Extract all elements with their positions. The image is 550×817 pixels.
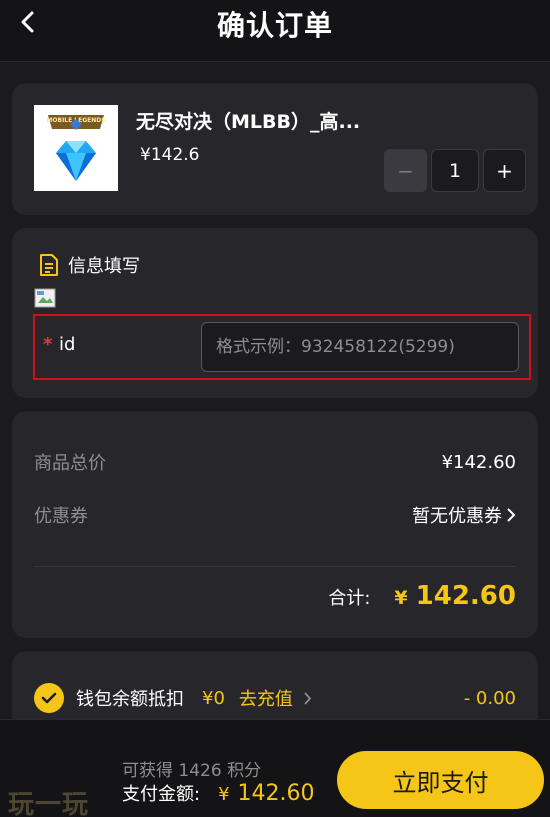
coupon-label: 优惠券 [34,506,88,527]
recharge-link[interactable]: 去充值 [239,685,312,711]
id-field-label: id [59,334,76,355]
divider [34,566,516,567]
total-value: 142.60 [415,581,516,611]
diamond-icon: MOBILE LEGENDS [34,105,118,191]
price-summary-card: 商品总价 ¥142.60 优惠券 暂无优惠券 合计: ¥142.60 [12,411,538,638]
info-card: 信息填写 * id [12,228,538,398]
pay-value: 142.60 [237,781,315,806]
pay-label: 支付金额: [122,784,201,805]
quantity-stepper: − 1 + [384,149,526,192]
wallet-row: 钱包余额抵扣 ¥0 去充值 - 0.00 [34,683,516,713]
points-text: 可获得 1426 积分 [122,761,262,781]
pay-amount: ¥142.60 [218,781,314,806]
product-name: 无尽对决（MLBB）_高... [136,111,361,133]
document-icon [40,254,58,276]
quantity-value[interactable]: 1 [431,149,479,192]
chevron-right-icon [304,691,312,705]
coupon-value: 暂无优惠券 [412,506,502,527]
product-card: MOBILE LEGENDS 无尽对决（MLBB）_高... ¥142.6 − … [12,83,538,215]
chevron-right-icon [507,508,516,522]
broken-image-icon [34,288,56,308]
pay-now-button[interactable]: 立即支付 [337,751,544,809]
wallet-label: 钱包余额抵扣 [76,689,184,710]
id-input[interactable] [201,322,519,372]
recharge-label: 去充值 [238,689,293,710]
subtotal-value: ¥142.60 [441,451,516,473]
coupon-row: 优惠券 暂无优惠券 [34,502,516,528]
decrease-quantity-button[interactable]: − [384,149,427,192]
coupon-selector[interactable]: 暂无优惠券 [412,502,516,528]
required-mark: * [43,334,53,355]
wallet-checkbox[interactable] [34,683,64,713]
subtotal-row: 商品总价 ¥142.60 [34,449,516,475]
total-row: 合计: ¥142.60 [328,581,516,611]
pay-currency: ¥ [218,784,230,805]
pay-amount-row: 支付金额: ¥142.60 [122,780,315,806]
info-section-header: 信息填写 [38,252,140,278]
total-amount: ¥142.60 [394,581,516,611]
header-bar: 确认订单 [0,0,550,62]
watermark-logo: 玩一玩 [8,790,90,817]
checkout-footer: 玩一玩 可获得 1426 积分 支付金额: ¥142.60 立即支付 [0,719,550,817]
total-label: 合计: [328,588,371,609]
increase-quantity-button[interactable]: + [483,149,526,192]
wallet-balance: ¥0 [202,687,225,709]
id-field-row: * id [33,314,531,380]
product-price: ¥142.6 [140,145,200,165]
total-currency: ¥ [394,587,408,609]
wallet-deduct-value: - 0.00 [463,687,516,709]
product-image[interactable]: MOBILE LEGENDS [34,105,118,191]
subtotal-label: 商品总价 [34,453,106,474]
info-section-title: 信息填写 [68,256,140,277]
check-icon [41,692,57,704]
page-title: 确认订单 [216,9,333,42]
